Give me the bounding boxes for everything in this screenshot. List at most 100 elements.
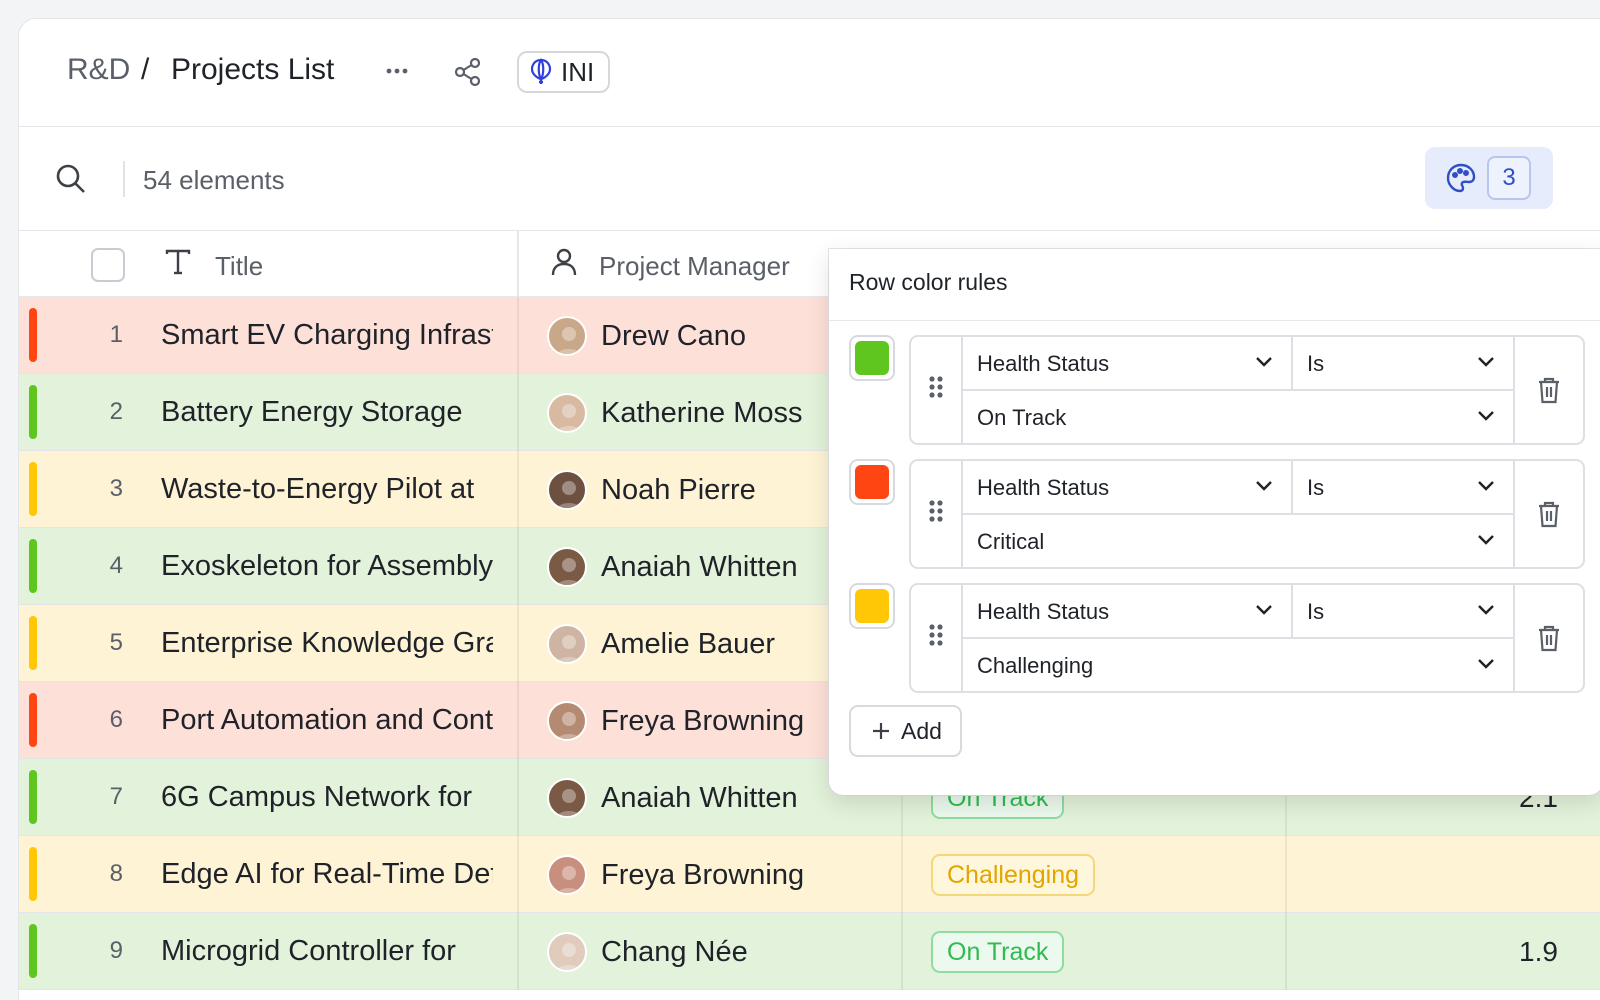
rule-count-badge: 3: [1487, 156, 1531, 200]
avatar: [547, 701, 587, 741]
row-title[interactable]: Exoskeleton for Assembly: [161, 550, 493, 583]
row-project-manager[interactable]: Freya Browning: [601, 705, 804, 738]
row-title[interactable]: Battery Energy Storage: [161, 396, 493, 429]
row-color-rules-button[interactable]: 3: [1425, 147, 1553, 209]
toolbar: 54 elements 3: [19, 127, 1600, 231]
avatar: [547, 855, 587, 895]
field-select-value: Health Status: [977, 599, 1110, 624]
more-horizontal-icon: [386, 68, 408, 74]
row-project-manager[interactable]: Drew Cano: [601, 320, 746, 353]
search-button[interactable]: [55, 163, 87, 200]
row-title[interactable]: 6G Campus Network for: [161, 781, 493, 814]
avatar: [547, 778, 587, 818]
add-rule-button[interactable]: Add: [849, 705, 962, 757]
row-title[interactable]: Port Automation and Control: [161, 704, 493, 737]
select-all-checkbox[interactable]: [91, 248, 125, 282]
column-divider: [517, 913, 519, 990]
value-select[interactable]: On Track: [963, 391, 1515, 443]
value-select[interactable]: Challenging: [963, 639, 1515, 691]
field-select-value: Health Status: [977, 475, 1110, 500]
color-swatch-button[interactable]: [849, 335, 895, 381]
row-project-manager[interactable]: Amelie Bauer: [601, 628, 775, 661]
chevron-down-icon: [1478, 357, 1494, 367]
column-divider: [517, 374, 519, 451]
column-header-project-manager[interactable]: Project Manager: [599, 251, 790, 282]
column-divider: [901, 913, 903, 990]
field-select-value: Health Status: [977, 351, 1110, 376]
trash-icon: [1539, 501, 1559, 528]
column-divider: [1285, 836, 1287, 913]
row-project-manager[interactable]: Katherine Moss: [601, 397, 803, 430]
popover-header: Row color rules: [829, 249, 1600, 321]
chevron-down-icon: [1478, 535, 1494, 545]
field-select[interactable]: Health Status: [963, 585, 1293, 639]
operator-select[interactable]: Is: [1293, 337, 1515, 391]
delete-rule-button[interactable]: [1515, 461, 1583, 567]
chevron-down-icon: [1256, 605, 1272, 615]
row-title[interactable]: Enterprise Knowledge Graph: [161, 627, 493, 660]
drag-handle[interactable]: [911, 337, 963, 443]
operator-select-value: Is: [1307, 475, 1325, 500]
operator-select-value: Is: [1307, 599, 1325, 624]
color-swatch-button[interactable]: [849, 583, 895, 629]
table-row[interactable]: 9 Microgrid Controller for Chang Née On …: [19, 913, 1600, 990]
value-select-value: On Track: [977, 405, 1067, 430]
avatar: [547, 932, 587, 972]
row-title[interactable]: Edge AI for Real-Time Defect: [161, 858, 493, 891]
operator-select[interactable]: Is: [1293, 585, 1515, 639]
row-color-indicator: [29, 847, 37, 901]
row-color-indicator: [29, 924, 37, 978]
initiative-badge[interactable]: INI: [517, 51, 611, 93]
drag-handle[interactable]: [911, 585, 963, 691]
field-select[interactable]: Health Status: [963, 461, 1293, 515]
column-divider: [517, 231, 519, 297]
row-project-manager[interactable]: Chang Née: [601, 936, 748, 969]
column-header-title[interactable]: Title: [215, 251, 263, 282]
table-row[interactable]: 8 Edge AI for Real-Time Defect Freya Bro…: [19, 836, 1600, 913]
palette-icon: [1446, 163, 1476, 193]
row-project-manager[interactable]: Noah Pierre: [601, 474, 756, 507]
value-select-value: Critical: [977, 529, 1045, 554]
row-title[interactable]: Microgrid Controller for: [161, 935, 493, 968]
delete-rule-button[interactable]: [1515, 585, 1583, 691]
row-project-manager[interactable]: Freya Browning: [601, 859, 804, 892]
breadcrumb-separator: /: [141, 53, 150, 86]
delete-rule-button[interactable]: [1515, 337, 1583, 443]
color-swatch: [855, 465, 889, 499]
row-title[interactable]: Waste-to-Energy Pilot at: [161, 473, 493, 506]
row-color-indicator: [29, 385, 37, 439]
drag-handle[interactable]: [911, 461, 963, 567]
color-rule: Health Status Is On Track: [849, 335, 1585, 445]
column-divider: [517, 297, 519, 374]
row-color-indicator: [29, 539, 37, 593]
color-swatch: [855, 341, 889, 375]
field-select[interactable]: Health Status: [963, 337, 1293, 391]
row-project-manager[interactable]: Anaiah Whitten: [601, 551, 798, 584]
row-number: 3: [109, 475, 123, 502]
avatar: [547, 547, 587, 587]
drag-handle-icon: [929, 624, 943, 646]
status-badge: On Track: [931, 931, 1065, 973]
share-button[interactable]: [451, 55, 485, 89]
row-number: 9: [109, 937, 123, 964]
more-options-button[interactable]: [381, 55, 413, 87]
column-divider: [517, 605, 519, 682]
person-icon: [549, 247, 579, 282]
avatar: [547, 624, 587, 664]
row-project-manager[interactable]: Anaiah Whitten: [601, 782, 798, 815]
column-divider: [901, 836, 903, 913]
row-value: 1.9: [1519, 936, 1558, 967]
color-swatch: [855, 589, 889, 623]
plus-icon: [873, 723, 889, 739]
row-title[interactable]: Smart EV Charging Infrastructure: [161, 319, 493, 352]
operator-select[interactable]: Is: [1293, 461, 1515, 515]
value-select[interactable]: Critical: [963, 515, 1515, 567]
text-type-icon: [163, 247, 193, 282]
breadcrumb-root[interactable]: R&D: [67, 53, 130, 87]
rule-condition: Health Status Is Challenging: [909, 583, 1585, 693]
chevron-down-icon: [1256, 357, 1272, 367]
balloon-icon: [530, 58, 552, 84]
row-number: 1: [109, 321, 123, 348]
color-swatch-button[interactable]: [849, 459, 895, 505]
column-divider: [517, 528, 519, 605]
